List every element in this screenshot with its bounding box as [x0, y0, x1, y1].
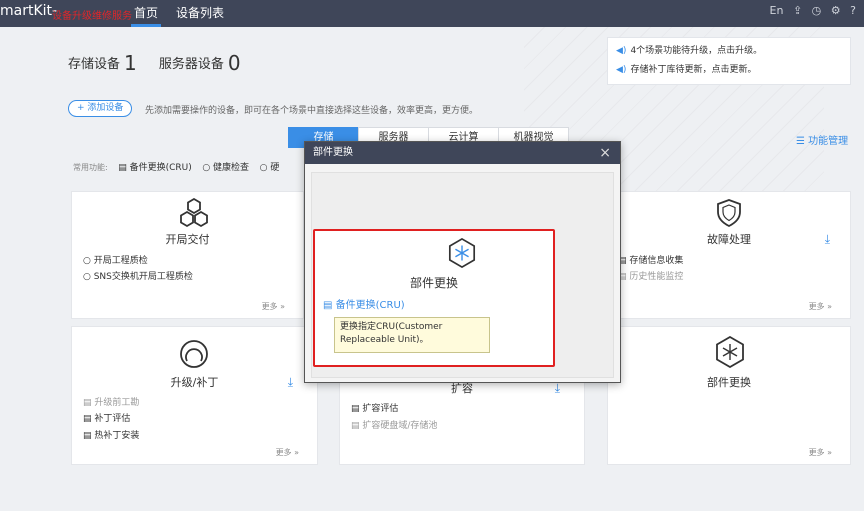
- storage-count-label: 存储设备: [68, 57, 121, 72]
- tab-home[interactable]: 首页: [130, 4, 162, 27]
- top-icons: En ⇪ ◷ ⚙ ?: [764, 4, 856, 17]
- add-device-button[interactable]: + 添加设备: [68, 100, 133, 117]
- download-icon[interactable]: ⤓: [825, 232, 830, 247]
- card-upgrade-item-3[interactable]: ▤ 热补丁安装: [83, 428, 139, 441]
- top-bar: martKit- 设备升级维修服务 首页 设备列表 En ⇪ ◷ ⚙ ?: [0, 0, 864, 27]
- card-upgrade-item-2[interactable]: ▤ 补丁评估: [83, 411, 130, 424]
- card-upgrade-item-1[interactable]: ▤ 升级前工勘: [83, 395, 139, 408]
- server-count: 0: [227, 51, 241, 75]
- download-icon[interactable]: ⤓: [555, 381, 560, 396]
- device-counts: 存储设备 1 服务器设备 0: [68, 51, 259, 75]
- dialog-title: 部件更换: [313, 147, 353, 158]
- list-icon: ☰: [796, 136, 809, 147]
- tab-device-list[interactable]: 设备列表: [176, 4, 224, 21]
- common-item-health[interactable]: ○ 健康检查: [202, 163, 249, 173]
- common-item-cru[interactable]: ▤ 备件更换(CRU): [118, 163, 192, 173]
- cru-replace-link[interactable]: ▤ 备件更换(CRU): [323, 296, 405, 311]
- card-upgrade-more[interactable]: 更多 »: [276, 447, 299, 458]
- help-icon[interactable]: ?: [850, 4, 856, 17]
- card-deploy-item-2[interactable]: ○ SNS交换机开局工程质检: [83, 269, 193, 282]
- card-fault-title: 故障处理: [707, 233, 751, 246]
- card-deploy-title: 开局交付: [165, 233, 210, 246]
- app-brand-subtitle: 设备升级维修服务: [52, 11, 132, 22]
- card-upgrade-title: 升级/补丁: [170, 376, 219, 389]
- notice-patch[interactable]: ◀) 存储补丁库待更新，点击更新。: [616, 61, 842, 80]
- card-parts[interactable]: 部件更换 更多 »: [607, 326, 851, 465]
- dialog-parts-card[interactable]: 部件更换 ▤ 备件更换(CRU) 更换指定CRU(Customer Replac…: [313, 229, 555, 367]
- card-fault-item-2[interactable]: ▤ 历史性能监控: [618, 269, 683, 282]
- download-icon[interactable]: ⤓: [288, 375, 293, 390]
- card-deploy[interactable]: 开局交付 ○ 开局工程质检 ○ SNS交换机开局工程质检 更多 »: [71, 191, 304, 319]
- speaker-icon: ◀): [616, 65, 627, 75]
- feature-manage-link[interactable]: ☰ 功能管理: [796, 132, 848, 147]
- hexagons-icon: [180, 198, 208, 228]
- card-fault[interactable]: 故障处理 ⤓ ▤ 存储信息收集 ▤ 历史性能监控 更多 »: [607, 191, 851, 319]
- card-expand-item-2[interactable]: ▤ 扩容硬盘域/存储池: [351, 418, 437, 431]
- snowflake-hexagon-icon: [448, 238, 476, 268]
- notice-upgrade[interactable]: ◀) 4个场景功能待升级，点击升级。: [616, 42, 842, 61]
- card-fault-more[interactable]: 更多 »: [809, 301, 832, 312]
- close-icon[interactable]: ×: [599, 142, 611, 164]
- storage-count: 1: [124, 51, 137, 75]
- card-parts-title: 部件更换: [707, 376, 751, 389]
- cru-tooltip: 更换指定CRU(Customer Replaceable Unit)。: [334, 317, 490, 353]
- app-brand: martKit-: [0, 3, 58, 19]
- language-switch[interactable]: En: [770, 4, 784, 17]
- clock-icon[interactable]: ◷: [812, 4, 822, 17]
- card-upgrade[interactable]: 升级/补丁 ⤓ ▤ 升级前工勘 ▤ 补丁评估 ▤ 热补丁安装 更多 »: [71, 326, 318, 465]
- notice-panel: ◀) 4个场景功能待升级，点击升级。 ◀) 存储补丁库待更新，点击更新。: [607, 37, 851, 85]
- dialog-header: 部件更换 ×: [305, 142, 620, 164]
- add-device-hint: 先添加需要操作的设备，即可在各个场景中直接选择这些设备，效率更高，更方便。: [145, 106, 479, 116]
- server-count-label: 服务器设备: [158, 57, 224, 72]
- common-item-3[interactable]: ○ 硬: [260, 163, 280, 173]
- common-functions: 常用功能: ▤ 备件更换(CRU) ○ 健康检查 ○ 硬: [73, 160, 279, 173]
- upload-icon[interactable]: ⇪: [793, 4, 802, 17]
- card-deploy-item-1[interactable]: ○ 开局工程质检: [83, 253, 148, 266]
- card-deploy-more[interactable]: 更多 »: [262, 301, 285, 312]
- common-functions-label: 常用功能:: [73, 163, 108, 172]
- snowflake-hexagon-icon: [716, 336, 744, 368]
- settings-icon[interactable]: ⚙: [831, 4, 841, 17]
- card-fault-item-1[interactable]: ▤ 存储信息收集: [618, 253, 683, 266]
- card-parts-more[interactable]: 更多 »: [809, 447, 832, 458]
- gauge-icon: [180, 340, 208, 368]
- dialog-card-title: 部件更换: [409, 276, 458, 290]
- shield-icon: [717, 199, 741, 227]
- card-expand-item-1[interactable]: ▤ 扩容评估: [351, 401, 398, 414]
- speaker-icon: ◀): [616, 46, 627, 56]
